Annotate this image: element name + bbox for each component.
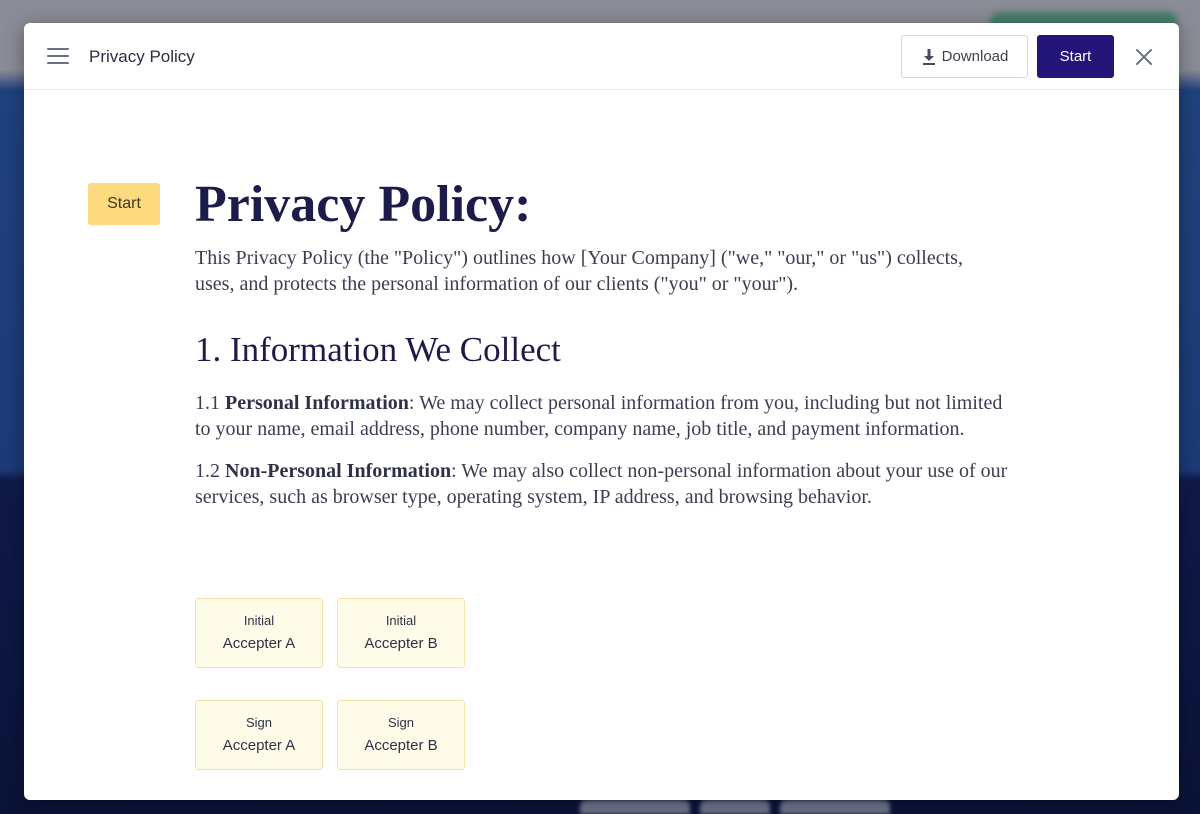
paragraph-term: Personal Information	[225, 392, 409, 414]
field-type-label: Sign	[387, 714, 415, 730]
section-heading: 1. Information We Collect	[195, 330, 561, 369]
paragraph-personal-information: 1.1 Personal Information: We may collect…	[195, 391, 1015, 442]
sign-field-accepter-a[interactable]: Sign Accepter A	[195, 700, 323, 770]
hamburger-menu-icon[interactable]	[47, 48, 69, 64]
intro-paragraph: This Privacy Policy (the "Policy") outli…	[195, 247, 963, 295]
download-icon	[922, 48, 935, 65]
start-button[interactable]: Start	[1037, 35, 1114, 78]
paragraph-non-personal-information: 1.2 Non-Personal Information: We may als…	[195, 459, 1015, 510]
modal-header: Privacy Policy Download Start	[24, 23, 1179, 90]
start-marker-tag[interactable]: Start	[88, 183, 160, 225]
field-type-label: Initial	[385, 612, 417, 628]
paragraph-term: Non-Personal Information	[225, 460, 452, 482]
initial-field-accepter-b[interactable]: Initial Accepter B	[337, 598, 465, 668]
field-type-label: Sign	[245, 714, 273, 730]
initial-field-accepter-a[interactable]: Initial Accepter A	[195, 598, 323, 668]
field-signer-label: Accepter A	[222, 736, 296, 754]
header-title: Privacy Policy	[89, 47, 195, 66]
document-modal: Privacy Policy Download Start Start Priv…	[24, 23, 1179, 800]
sign-field-accepter-b[interactable]: Sign Accepter B	[337, 700, 465, 770]
download-button-label: Download	[941, 48, 1009, 65]
background-blurred-tab	[700, 800, 770, 814]
close-icon[interactable]	[1134, 47, 1154, 67]
field-signer-label: Accepter A	[222, 634, 296, 652]
document-body: Privacy Policy: This Privacy Policy (the…	[195, 170, 1025, 510]
background-blurred-tab	[580, 800, 690, 814]
background-blurred-tab	[780, 800, 890, 814]
paragraph-number: 1.2	[195, 460, 220, 482]
document-content: Start Privacy Policy: This Privacy Polic…	[24, 90, 1179, 800]
field-signer-label: Accepter B	[364, 736, 438, 754]
document-title: Privacy Policy:	[195, 176, 532, 233]
field-signer-label: Accepter B	[364, 634, 438, 652]
field-type-label: Initial	[243, 612, 275, 628]
paragraph-number: 1.1	[195, 392, 220, 414]
download-button[interactable]: Download	[901, 35, 1028, 78]
